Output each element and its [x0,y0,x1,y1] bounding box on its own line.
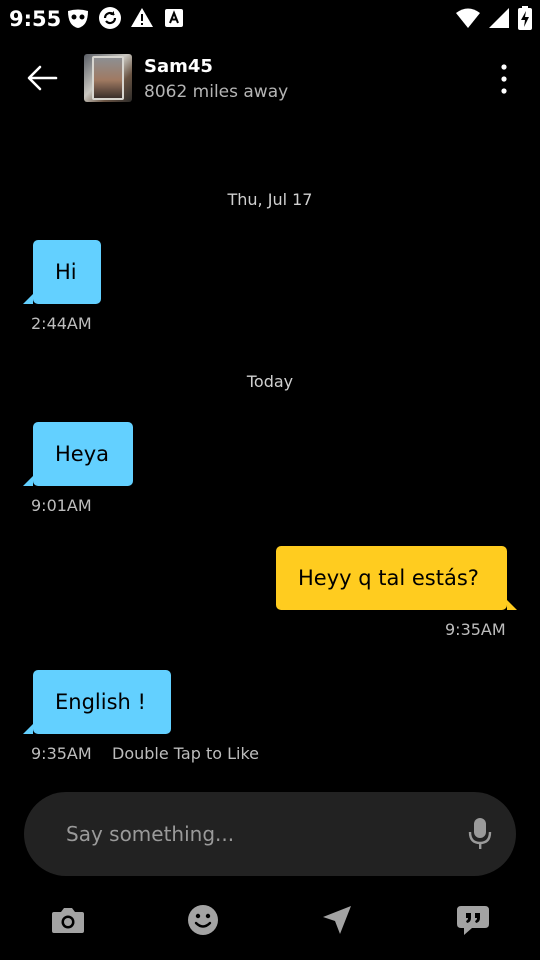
profile-name[interactable]: Sam45 [144,56,213,77]
more-options-button[interactable] [492,62,516,96]
wifi-icon [456,8,480,28]
camera-icon [52,908,84,933]
warning-icon [131,8,153,27]
date-separator: Today [246,372,294,391]
bubble-tail [507,600,517,610]
message-text: Hi [55,260,77,284]
profile-distance: 8062 miles away [144,82,289,102]
bubble-tail [23,724,33,734]
saved-phrases-icon [457,906,489,935]
message-composer [24,792,516,876]
notification-icons [66,6,186,30]
date-separator: Thu, Jul 17 [227,190,313,209]
back-button[interactable] [24,62,60,94]
chat-action-bar [0,896,540,944]
message-text: English ! [55,690,146,714]
message-input[interactable] [66,814,446,854]
status-time: 9:55 [9,7,62,31]
message-bubble-incoming[interactable]: Hi [23,240,101,304]
chat-header: Sam45 8062 miles away [0,48,540,110]
bubble-tail [23,294,33,304]
grindr-mask-icon [68,9,88,28]
system-icons [456,6,532,30]
font-icon [165,9,183,27]
camera-button[interactable] [50,902,86,938]
message-bubble-outgoing[interactable]: Heyy q tal estás? [276,546,517,610]
message-text: Heya [55,442,110,466]
location-arrow-icon [323,906,351,934]
message-time: 9:35AM [31,744,92,763]
cellular-signal-icon [489,8,509,28]
message-time: 2:44AM [31,314,92,333]
message-bubble-incoming[interactable]: English ! [23,670,171,734]
message-text: Heyy q tal estás? [298,566,479,590]
microphone-icon [468,818,492,849]
bubble-tail [23,476,33,486]
double-tap-hint: Double Tap to Like [112,744,259,763]
saved-phrases-button[interactable] [455,902,491,938]
emoji-button[interactable] [185,902,221,938]
message-time: 9:35AM [445,620,506,639]
sync-icon [99,7,121,29]
message-time: 9:01AM [31,496,92,515]
voice-message-button[interactable] [468,816,492,852]
avatar-photo [92,56,124,100]
battery-charging-icon [518,6,532,30]
status-bar: 9:55 [0,0,540,36]
more-vertical-icon [501,64,507,94]
emoji-icon [188,905,218,935]
message-bubble-incoming[interactable]: Heya [23,422,133,486]
share-location-button[interactable] [319,902,355,938]
arrow-left-icon [27,65,58,91]
profile-avatar[interactable] [84,54,132,102]
